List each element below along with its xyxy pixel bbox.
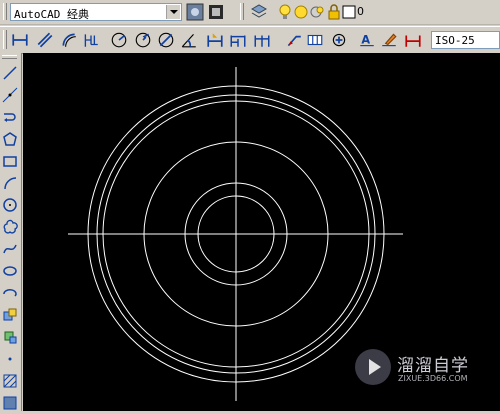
toolbar-grip[interactable] xyxy=(3,30,7,49)
workspace-select[interactable]: AutoCAD 经典 xyxy=(10,3,182,21)
continue-dim-icon[interactable] xyxy=(253,31,271,49)
dim-update-icon[interactable] xyxy=(404,31,422,49)
toolbar-grip[interactable] xyxy=(2,55,17,59)
polyline-icon[interactable] xyxy=(2,109,18,125)
diameter-dim-icon[interactable] xyxy=(157,31,175,49)
toolbar-grip[interactable] xyxy=(240,3,244,20)
workspace-value: AutoCAD 经典 xyxy=(14,8,89,21)
quick-leader-icon[interactable] xyxy=(285,31,303,49)
drawing-area[interactable]: 溜溜自学 ZIXUE.3D66.COM xyxy=(23,53,500,411)
baseline-dim-icon[interactable] xyxy=(229,31,247,49)
tolerance-icon[interactable] xyxy=(306,31,324,49)
ellipse-icon[interactable] xyxy=(2,263,18,279)
circle-icon[interactable] xyxy=(2,197,18,213)
center-mark-icon[interactable] xyxy=(330,31,348,49)
play-logo-icon xyxy=(355,349,391,385)
dimstyle-value: ISO-25 xyxy=(435,34,475,47)
toolbar-grip[interactable] xyxy=(3,3,7,20)
dimension-toolbar: A ISO-25 xyxy=(0,26,500,54)
radius-dim-icon[interactable] xyxy=(110,31,128,49)
insert-block-icon[interactable] xyxy=(2,307,18,323)
hatch-icon[interactable] xyxy=(2,373,18,389)
layer-viewport-icon[interactable] xyxy=(308,3,326,21)
dim-text-edit-icon[interactable] xyxy=(380,31,398,49)
dimstyle-select[interactable]: ISO-25 xyxy=(431,31,500,49)
dim-edit-icon[interactable]: A xyxy=(358,31,376,49)
polygon-icon[interactable] xyxy=(2,131,18,147)
watermark-title: 溜溜自学 xyxy=(397,356,469,376)
jogged-dim-icon[interactable] xyxy=(134,31,152,49)
workspace-toolbar: AutoCAD 经典 0 xyxy=(0,0,500,25)
quick-dim-icon[interactable] xyxy=(206,31,224,49)
workspace-settings-icon[interactable] xyxy=(186,3,204,21)
rectangle-icon[interactable] xyxy=(2,153,18,169)
ellipse-arc-icon[interactable] xyxy=(2,285,18,301)
construction-line-icon[interactable] xyxy=(2,87,18,103)
gradient-icon[interactable] xyxy=(2,395,18,411)
watermark: 溜溜自学 ZIXUE.3D66.COM xyxy=(351,345,473,391)
ordinate-dim-icon[interactable] xyxy=(82,31,100,49)
draw-toolbar xyxy=(0,53,22,411)
point-icon[interactable] xyxy=(2,351,18,367)
layer-name: 0 xyxy=(357,5,364,18)
chevron-down-icon[interactable] xyxy=(166,5,180,19)
layer-color-icon xyxy=(340,3,358,21)
arc-length-icon[interactable] xyxy=(60,31,78,49)
linear-dim-icon[interactable] xyxy=(11,31,29,49)
svg-text:A: A xyxy=(361,33,370,46)
layer-manager-icon[interactable] xyxy=(250,3,268,21)
revision-cloud-icon[interactable] xyxy=(2,219,18,235)
workspace-icon[interactable] xyxy=(207,3,225,21)
watermark-site: ZIXUE.3D66.COM xyxy=(398,374,468,383)
aligned-dim-icon[interactable] xyxy=(36,31,54,49)
make-block-icon[interactable] xyxy=(2,329,18,345)
angular-dim-icon[interactable] xyxy=(180,31,198,49)
arc-icon[interactable] xyxy=(2,175,18,191)
line-icon[interactable] xyxy=(2,65,18,81)
spline-icon[interactable] xyxy=(2,241,18,257)
